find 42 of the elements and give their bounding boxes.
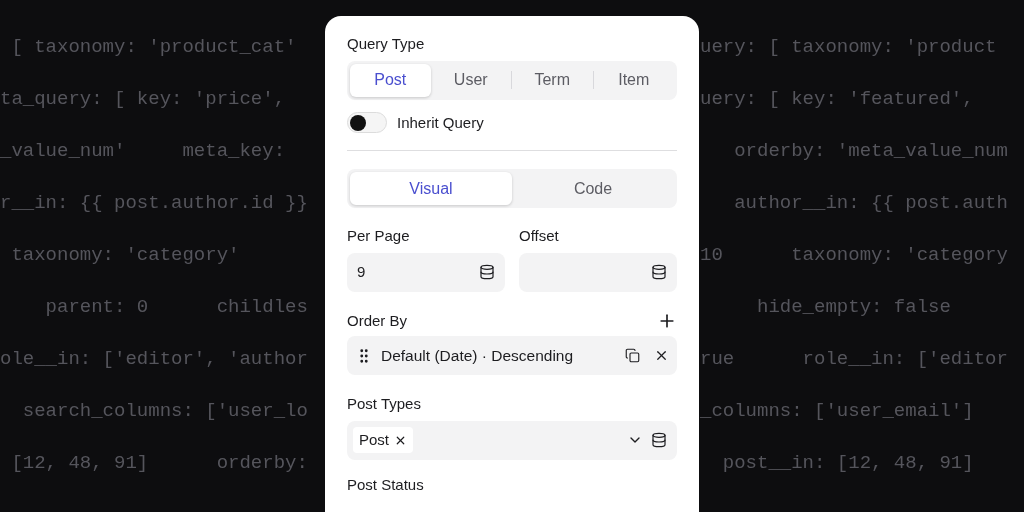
section-label: Order By xyxy=(347,310,407,331)
input-field[interactable]: 9 xyxy=(347,252,505,292)
toggle-switch[interactable] xyxy=(347,112,387,134)
code-text: uery: [ taxonomy: 'product xyxy=(700,34,997,60)
tab[interactable]: Post xyxy=(350,63,431,97)
code-text: [12, 48, 91] orderby: xyxy=(10,450,309,476)
code-text: _value_num' meta_key: xyxy=(0,138,287,164)
code-text: hide_empty: false xyxy=(756,294,951,320)
code-text: orderby: 'meta_value_num xyxy=(733,138,1008,164)
tab[interactable]: Visual xyxy=(350,172,512,205)
section-label: Post Types xyxy=(347,394,422,414)
code-text: parent: 0 childles xyxy=(44,294,309,320)
section-label: Query Type xyxy=(347,34,426,54)
database-icon[interactable] xyxy=(651,264,667,280)
close-icon[interactable] xyxy=(654,348,669,363)
code-text: uery: [ key: 'featured', xyxy=(700,86,974,112)
database-icon[interactable] xyxy=(479,264,495,280)
tab[interactable]: Item xyxy=(593,63,674,97)
tab[interactable]: User xyxy=(430,63,511,97)
order-text: Default (Date) · Descending xyxy=(381,345,575,366)
toggle-label: Inherit Query xyxy=(397,112,484,133)
select-field[interactable]: Post xyxy=(347,420,677,460)
code-text: 10 taxonomy: 'category xyxy=(700,242,1008,268)
code-text: ole__in: ['editor', 'author xyxy=(0,346,309,372)
code-text: r__in: {{ post.author.id }} xyxy=(0,190,309,216)
input-field[interactable] xyxy=(519,252,677,292)
code-text: ta_query: [ key: 'price', xyxy=(0,86,287,112)
duplicate-icon[interactable] xyxy=(625,348,640,363)
tab[interactable]: Code xyxy=(512,172,674,205)
tab[interactable]: Term xyxy=(512,63,593,97)
code-text: post__in: [12, 48, 91] xyxy=(721,450,974,476)
code-text: taxonomy: 'category' xyxy=(10,242,241,268)
database-icon[interactable] xyxy=(651,432,667,448)
field-label: Offset xyxy=(519,226,560,246)
code-text: search_columns: ['user_lo xyxy=(21,398,309,424)
code-text: [ taxonomy: 'product_cat' xyxy=(10,34,298,60)
code-text: rue role__in: ['editor xyxy=(700,346,1008,372)
tag-chip: Post xyxy=(353,427,413,453)
code-text: _columns: ['user_email'] xyxy=(700,398,974,424)
section-label: Post Status xyxy=(347,474,425,495)
field-label: Per Page xyxy=(347,226,411,246)
code-text: author__in: {{ post.auth xyxy=(733,190,1008,216)
